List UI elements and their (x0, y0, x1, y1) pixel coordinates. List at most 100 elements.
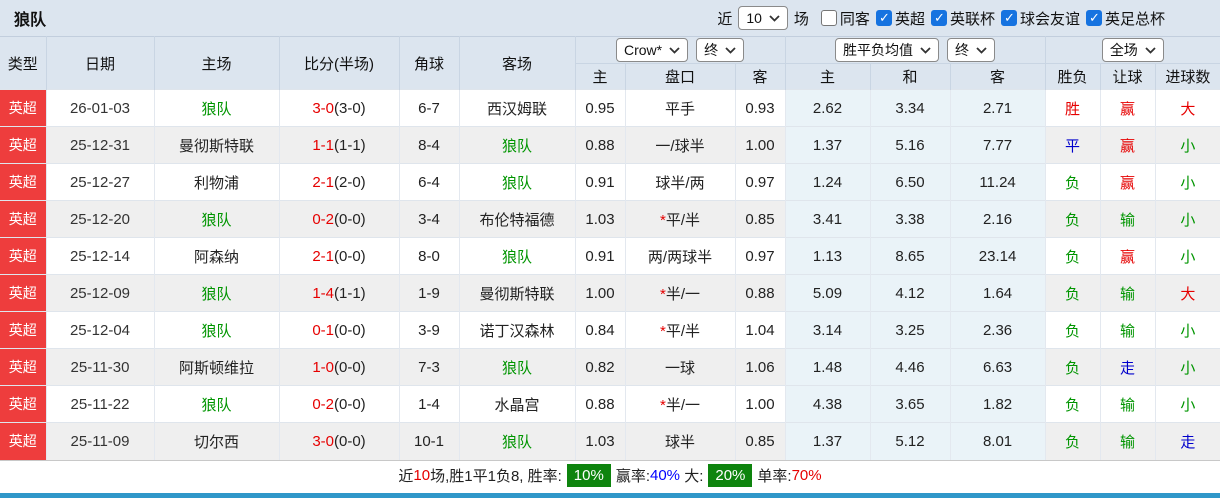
filter-checkbox[interactable] (930, 10, 947, 26)
match-date: 25-12-27 (45, 163, 154, 201)
score-cell: 0-2(0-0) (278, 385, 399, 423)
table-row: 英超 25-12-04 狼队 0-1(0-0) 3-9 诺丁汉森林 0.84 *… (0, 311, 1220, 349)
away-team[interactable]: 诺丁汉森林 (458, 311, 575, 349)
away-odds: 1.00 (734, 126, 786, 164)
home-team[interactable]: 狼队 (153, 274, 279, 312)
summary-text: 70% (791, 467, 822, 484)
result-goals: 大 (1154, 89, 1220, 127)
away-team[interactable]: 狼队 (458, 348, 575, 386)
col-header-type: 类型 (0, 36, 46, 90)
fulltime-score: 2-1 (312, 173, 334, 191)
away-team[interactable]: 狼队 (458, 237, 575, 275)
halftime-score: (0-0) (334, 432, 366, 450)
score-cell: 2-1(2-0) (278, 163, 399, 201)
avg-period-select[interactable]: 终 (947, 38, 996, 62)
summary-text: 近 (398, 468, 414, 485)
handicap-line: *平/半 (624, 311, 735, 349)
bookmaker-value: Crow* (623, 42, 663, 58)
filter-checkbox[interactable] (875, 10, 892, 26)
col-header-result: 胜负 (1044, 63, 1101, 90)
home-team[interactable]: 阿斯顿维拉 (153, 348, 279, 386)
home-team[interactable]: 狼队 (153, 89, 279, 127)
filter-group: 球会友谊 (1000, 8, 1080, 29)
home-odds: 0.88 (574, 385, 625, 423)
corner-score: 6-4 (398, 163, 459, 201)
table-row: 英超 25-12-31 曼彻斯特联 1-1(1-1) 8-4 狼队 0.88 一… (0, 126, 1220, 164)
recent-count-select[interactable]: 10 (738, 6, 788, 30)
handicap-text: 两/两球半 (647, 248, 713, 266)
col-header-odds-away: 客 (734, 63, 786, 90)
summary-text: 单率: (757, 468, 792, 485)
home-odds: 0.82 (574, 348, 625, 386)
avg-type-select[interactable]: 胜平负均值 (835, 38, 940, 62)
result-handicap: 赢 (1099, 163, 1156, 201)
bookmaker-select[interactable]: Crow* (615, 38, 689, 62)
avg-draw-odds: 8.65 (869, 237, 951, 275)
summary-text: 大: (680, 468, 704, 485)
away-team[interactable]: 水晶宫 (458, 385, 575, 423)
result-goals: 小 (1154, 311, 1220, 349)
match-date: 25-11-09 (45, 422, 154, 460)
result-wdl: 负 (1044, 348, 1101, 386)
handicap-line: 球半/两 (624, 163, 735, 201)
avg-away-odds: 6.63 (949, 348, 1046, 386)
handicap-text: 一/球半 (655, 137, 705, 155)
away-team[interactable]: 西汉姆联 (458, 89, 575, 127)
league-badge: 英超 (0, 274, 46, 312)
home-team[interactable]: 利物浦 (153, 163, 279, 201)
result-wdl: 负 (1044, 311, 1101, 349)
home-team[interactable]: 阿森纳 (153, 237, 279, 275)
away-team[interactable]: 曼彻斯特联 (458, 274, 575, 312)
league-badge: 英超 (0, 348, 46, 386)
home-team[interactable]: 狼队 (153, 311, 279, 349)
result-handicap: 走 (1099, 348, 1156, 386)
filter-checkbox[interactable] (820, 10, 837, 26)
corner-score: 6-7 (398, 89, 459, 127)
home-odds: 0.91 (574, 237, 625, 275)
filter-label: 同客 (839, 10, 870, 28)
filter-checkbox[interactable] (1000, 10, 1017, 26)
col-header-handicap: 盘口 (624, 63, 735, 90)
handicap-text: 半/一 (665, 396, 700, 414)
summary-text: 40% (650, 467, 681, 484)
home-team[interactable]: 狼队 (153, 385, 279, 423)
filter-group: 英超 (875, 8, 925, 29)
away-team[interactable]: 狼队 (458, 422, 575, 460)
halftime-score: (0-0) (334, 321, 366, 339)
col-header-home: 主场 (153, 36, 279, 90)
result-goals: 大 (1154, 274, 1220, 312)
away-odds: 0.97 (734, 237, 786, 275)
table-row: 英超 26-01-03 狼队 3-0(3-0) 6-7 西汉姆联 0.95 平手… (0, 89, 1220, 127)
col-header-avg-draw: 和 (869, 63, 951, 90)
handicap-line: 球半 (624, 422, 735, 460)
halftime-score: (0-0) (334, 247, 366, 265)
home-odds: 1.03 (574, 200, 625, 238)
away-odds: 0.85 (734, 422, 786, 460)
scope-select[interactable]: 全场 (1101, 38, 1164, 62)
handicap-line: *平/半 (624, 200, 735, 238)
home-team[interactable]: 切尔西 (153, 422, 279, 460)
summary-badge: 20% (708, 464, 753, 487)
result-goals: 小 (1154, 237, 1220, 275)
away-team[interactable]: 狼队 (458, 163, 575, 201)
home-odds: 0.84 (574, 311, 625, 349)
handicap-line: *半/一 (624, 385, 735, 423)
match-date: 25-12-20 (45, 200, 154, 238)
filter-checkbox[interactable] (1085, 10, 1102, 26)
home-team[interactable]: 狼队 (153, 200, 279, 238)
handicap-line: 平手 (624, 89, 735, 127)
avg-home-odds: 3.14 (784, 311, 871, 349)
corner-score: 8-4 (398, 126, 459, 164)
away-team[interactable]: 布伦特福德 (458, 200, 575, 238)
result-handicap: 输 (1099, 274, 1156, 312)
home-odds: 0.91 (574, 163, 625, 201)
bottom-divider (0, 492, 1220, 498)
match-date: 25-12-14 (45, 237, 154, 275)
away-team[interactable]: 狼队 (458, 126, 575, 164)
handicap-line: 一/球半 (624, 126, 735, 164)
odds-period-select[interactable]: 终 (696, 38, 745, 62)
home-team[interactable]: 曼彻斯特联 (153, 126, 279, 164)
league-badge: 英超 (0, 89, 46, 127)
avg-away-odds: 1.64 (949, 274, 1046, 312)
avg-draw-odds: 5.16 (869, 126, 951, 164)
